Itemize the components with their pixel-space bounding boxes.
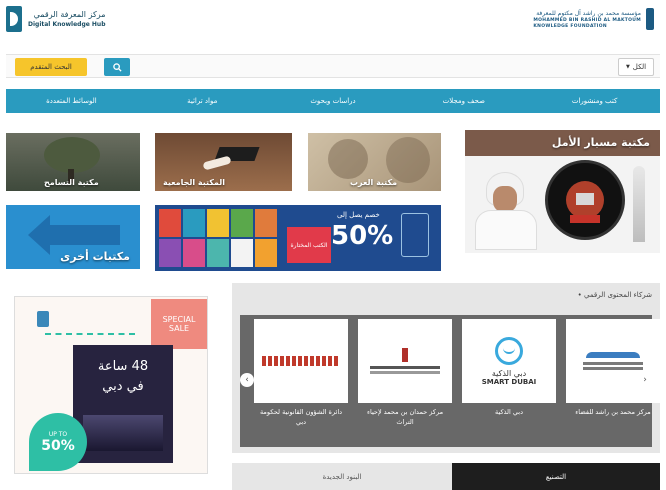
arrow-left-icon [28,215,50,255]
partner-name: دبي الذكية [495,408,523,416]
selected-books-badge: الكتب المختارة [287,227,331,263]
partners-carousel: مركز محمد بن راشد للفضاء دبي الذكية SMAR… [240,315,660,447]
search-scope-select[interactable]: ▼ الكل [618,58,654,76]
promo-poster[interactable]: SPECIAL SALE 48 ساعة في دبي UP TO 50% [14,296,208,474]
smart-dubai-ar: دبي الذكية [491,368,527,378]
partner-name: مركز محمد بن راشد للفضاء [575,408,651,416]
smile-icon [495,336,523,365]
books-collage-image [159,209,287,267]
rocket-image [633,166,645,242]
partner-name: مركز حمدان بن محمد لإحياء التراث [366,408,444,426]
nav-studies[interactable]: دراسات وبحوث [268,97,399,105]
nav-books[interactable]: كتب ومنشورات [529,97,660,105]
tab-new-items[interactable]: البنود الجديدة [232,463,452,490]
smart-dubai-logo: دبي الذكية SMART DUBAI [462,319,556,403]
carousel-next-button[interactable]: ‹ [240,373,254,387]
smart-dubai-en: SMART DUBAI [481,377,537,386]
book-title-line-2: في دبي [102,379,144,394]
other-libraries-label: مكتبات أخرى [60,250,130,263]
search-scope-value: الكل [632,63,647,71]
hub-logo-icon [6,6,22,32]
partner-card[interactable]: دبي الذكية SMART DUBAI دبي الذكية [462,319,556,437]
carousel-prev-button[interactable]: › [638,373,652,387]
legal-affairs-logo [254,319,348,403]
selected-books-text: الكتب المختارة [290,241,328,249]
main-nav: كتب ومنشورات صحف ومجلات دراسات وبحوث موا… [6,89,660,113]
hope-probe-library-tile[interactable]: مكتبة مسبار الأمل [465,130,660,253]
tolerance-library-label: مكتبة التسامح [44,178,99,187]
foundation-name-ar: مؤسسة محمد بن راشد آل مكتوم للمعرفة [536,9,641,17]
foundation-name-en-2: KNOWLEDGE FOUNDATION [533,23,607,29]
discount-line-1: خصم يصل إلى [337,211,380,219]
foundation-name-en-1: MOHAMMED BIN RASHID AL MAKTOUM [533,17,641,23]
sale-line-1: SPECIAL [162,315,196,324]
chevron-down-icon: ▼ [625,64,630,70]
up-to-label: UP TO [48,430,68,438]
tab-industry[interactable]: التصنيع [452,463,660,490]
site-header: مركز المعرفة الرقمي Digital Knowledge Hu… [0,0,666,44]
nav-heritage[interactable]: مواد تراثية [137,97,268,105]
discount-circle: UP TO 50% [29,413,87,471]
university-library-tile[interactable]: المكتبة الجامعية [155,133,292,191]
discount-value: 50% [331,221,394,251]
partners-heading-text: شركاء المحتوى الرقمي [584,291,652,299]
discount-banner[interactable]: الكتب المختارة خصم يصل إلى 50% [155,205,441,271]
book-title-line-1: 48 ساعة [97,359,149,374]
nav-multimedia[interactable]: الوسائط المتعددة [6,97,137,105]
book-cover-image: 48 ساعة في دبي [73,345,173,463]
logo-title-ar: مركز المعرفة الرقمي [33,10,106,19]
partners-panel: شركاء المحتوى الرقمي • مركز محمد بن راشد… [232,283,660,453]
portrait-image [471,164,541,250]
advanced-search-button[interactable]: البحث المتقدم [15,58,87,76]
bullet-icon: • [577,291,582,299]
tolerance-library-tile[interactable]: مكتبة التسامح [6,133,140,191]
foundation-logo[interactable]: مؤسسة محمد بن راشد آل مكتوم للمعرفة MOHA… [533,8,654,30]
hope-library-label: مكتبة مسبار الأمل [551,136,650,149]
diploma-image [202,155,232,171]
logo-title-en: Digital Knowledge Hub [28,21,106,28]
hamdan-centre-logo [358,319,452,403]
space-centre-logo [566,319,660,403]
special-sale-badge: SPECIAL SALE [151,299,207,349]
tree-image [44,137,100,173]
search-button[interactable] [104,58,130,76]
foundation-emblem-icon [646,8,654,30]
partner-name: دائرة الشؤون القانونية لحكومة دبي [259,408,343,426]
partner-card[interactable]: دائرة الشؤون القانونية لحكومة دبي [254,319,348,437]
search-input[interactable] [134,58,618,76]
other-libraries-tile[interactable]: مكتبات أخرى [6,205,140,269]
search-bar: البحث المتقدم ▼ الكل [6,54,660,78]
mission-emblem-image [545,160,625,240]
wave-decoration [45,333,135,339]
heritage-figure-image [328,139,368,179]
promo-percent: 50% [41,437,75,454]
arab-library-label: مكتبة العرب [350,178,398,187]
search-icon [112,62,122,72]
skyline-image [83,415,163,451]
arab-library-tile[interactable]: مكتبة العرب [308,133,441,191]
sale-line-2: SALE [168,324,190,333]
digital-knowledge-hub-logo[interactable]: مركز المعرفة الرقمي Digital Knowledge Hu… [6,6,106,32]
nav-newspapers[interactable]: صحف ومجلات [398,97,529,105]
partner-card[interactable]: مركز حمدان بن محمد لإحياء التراث [358,319,452,437]
foundation-mini-logo-icon [37,311,49,327]
book-logo-icon [401,213,429,257]
heritage-figure-image-2 [386,137,430,183]
university-library-label: المكتبة الجامعية [163,178,226,187]
partners-heading: شركاء المحتوى الرقمي • [578,291,652,299]
